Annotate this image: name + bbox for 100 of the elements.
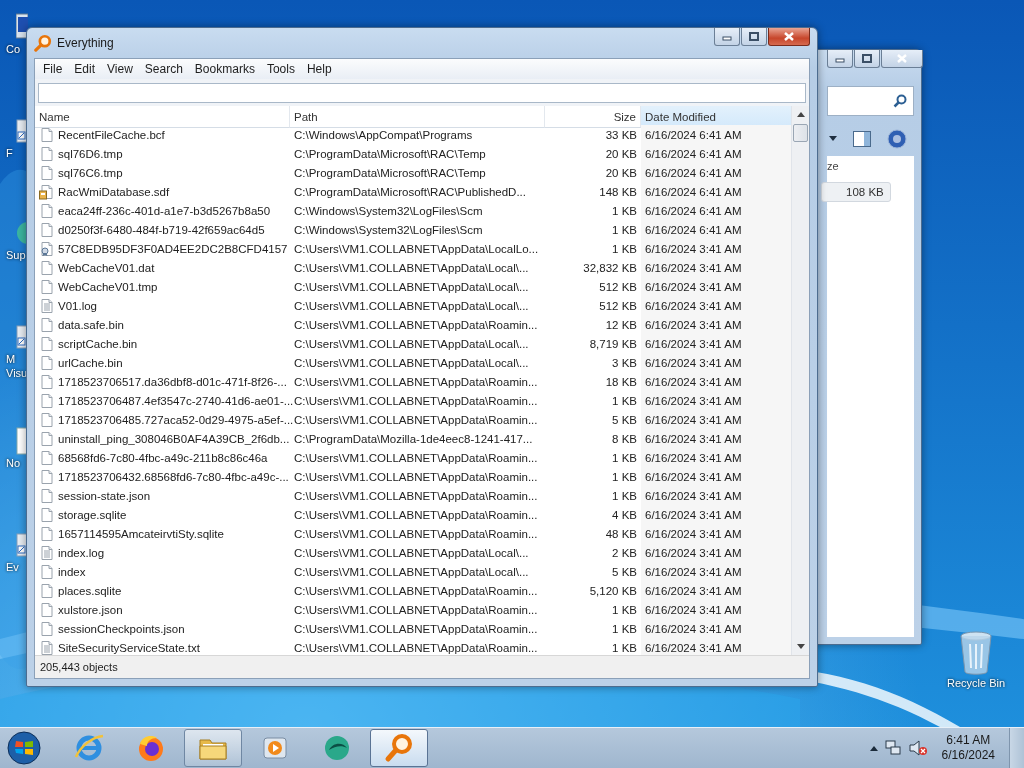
path-cell-text: C:\ProgramData\Microsoft\RAC\PublishedD...	[293, 184, 527, 200]
file-name[interactable]: index.log	[58, 546, 105, 559]
desktop-icon-label: Ev	[6, 560, 19, 574]
file-name[interactable]: storage.sqlite	[58, 508, 127, 521]
date-cell: 6/16/2024 6:41 AM	[641, 144, 791, 163]
size-cell-text: 1 KB	[611, 469, 638, 485]
size-cell-text: 512 KB	[598, 298, 638, 314]
file-name[interactable]: RecentFileCache.bcf	[58, 128, 165, 141]
file-name[interactable]: 1718523706432.68568fd6-7c80-4fbc-a49c-...	[58, 470, 289, 483]
scroll-thumb[interactable]	[793, 124, 808, 142]
file-name[interactable]: sql76D6.tmp	[58, 147, 123, 160]
caret-icon[interactable]	[829, 136, 837, 142]
help-icon[interactable]	[887, 129, 907, 149]
file-icon	[39, 164, 55, 181]
file-name[interactable]: eaca24ff-236c-401d-a1e7-b3d5267b8a50	[58, 204, 271, 217]
path-cell-text: C:\Users\VM1.COLLABNET\AppData\Local\...	[293, 355, 530, 371]
size-cell-text: 5,120 KB	[588, 583, 638, 599]
file-name[interactable]: scriptCache.bin	[58, 337, 138, 350]
file-name[interactable]: 1718523706485.727aca52-0d29-4975-a5ef-...	[58, 413, 294, 426]
close-button[interactable]	[768, 28, 810, 46]
preview-pane-icon[interactable]	[853, 131, 871, 147]
file-name[interactable]: RacWmiDatabase.sdf	[58, 185, 170, 198]
column-header[interactable]: Date Modified	[641, 106, 791, 128]
file-name[interactable]: urlCache.bin	[58, 356, 123, 369]
scrollbar[interactable]	[791, 106, 809, 655]
file-name[interactable]: sessionCheckpoints.json	[58, 622, 185, 635]
size-cell-text: 1 KB	[611, 488, 638, 504]
minimize-button[interactable]	[827, 50, 853, 68]
date-cell: 6/16/2024 3:41 AM	[641, 505, 791, 524]
menu-item[interactable]: View	[101, 60, 139, 78]
file-name[interactable]: sql76C6.tmp	[58, 166, 123, 179]
maximize-icon	[749, 32, 759, 41]
date-cell: 6/16/2024 3:41 AM	[641, 581, 791, 600]
text-file-icon	[39, 297, 55, 314]
file-icon	[39, 525, 55, 542]
size-cell-text: 20 KB	[604, 165, 638, 181]
size-cell-text: 5 KB	[611, 564, 638, 580]
menu-item[interactable]: Bookmarks	[188, 60, 261, 78]
path-cell-text: C:\Users\VM1.COLLABNET\AppData\Roamin...	[293, 602, 539, 618]
file-name[interactable]: d0250f3f-6480-484f-b719-42f659ac64d5	[58, 223, 265, 236]
menu-item[interactable]: Help	[300, 60, 338, 78]
path-cell-text: C:\Users\VM1.COLLABNET\AppData\Local\...	[293, 298, 530, 314]
size-cell-text: 12 KB	[604, 317, 638, 333]
size-field: 108 KB	[821, 182, 891, 202]
file-name[interactable]: WebCacheV01.tmp	[58, 280, 158, 293]
file-icon	[39, 278, 55, 295]
size-cell-text: 48 KB	[604, 526, 638, 542]
file-name[interactable]: V01.log	[58, 299, 97, 312]
path-cell-text: C:\Users\VM1.COLLABNET\AppData\Roamin...	[293, 317, 539, 333]
search-icon	[893, 94, 907, 108]
size-cell-text: 1 KB	[611, 640, 638, 655]
menu-item[interactable]: Edit	[68, 60, 102, 78]
taskbar-button[interactable]	[370, 729, 428, 767]
size-cell-text: 1 KB	[611, 621, 638, 637]
path-cell-text: C:\Users\VM1.COLLABNET\AppData\Roamin...	[293, 621, 539, 637]
menu-item[interactable]: Search	[138, 60, 189, 78]
clock-time[interactable]: 6:41 AM	[946, 733, 991, 748]
minimize-button[interactable]	[714, 28, 740, 46]
date-cell: 6/16/2024 3:41 AM	[641, 277, 791, 296]
muted-speaker-icon[interactable]	[907, 739, 928, 757]
size-cell-text: 32,832 KB	[582, 260, 638, 276]
date-cell: 6/16/2024 3:41 AM	[641, 315, 791, 334]
file-icon	[39, 563, 55, 580]
magnifier-icon	[383, 732, 415, 764]
file-name[interactable]: places.sqlite	[58, 584, 122, 597]
file-icon	[39, 126, 55, 143]
file-name[interactable]: SiteSecurityServiceState.txt	[58, 641, 200, 654]
file-name[interactable]: 1718523706517.da36dbf8-d01c-471f-8f26-...	[58, 375, 287, 388]
file-name[interactable]: 1657114595AmcateirvtiSty.sqlite	[58, 527, 224, 540]
clock-date[interactable]: 6/16/2024	[941, 748, 995, 763]
file-icon	[39, 373, 55, 390]
file-name[interactable]: data.safe.bin	[58, 318, 124, 331]
maximize-button[interactable]	[854, 50, 880, 68]
file-name[interactable]: WebCacheV01.dat	[58, 261, 155, 274]
date-cell: 6/16/2024 3:41 AM	[641, 486, 791, 505]
file-name[interactable]: uninstall_ping_308046B0AF4A39CB_2f6db...	[58, 432, 290, 445]
network-icon[interactable]	[883, 739, 902, 757]
file-name[interactable]: index	[58, 565, 86, 578]
search-field[interactable]	[827, 86, 914, 116]
maximize-button[interactable]	[741, 28, 767, 46]
file-icon	[39, 487, 55, 504]
date-cell: 6/16/2024 3:41 AM	[641, 638, 791, 655]
scroll-down-icon[interactable]	[796, 644, 805, 649]
file-name[interactable]: xulstore.json	[58, 603, 123, 616]
file-name[interactable]: 1718523706487.4ef3547c-2740-41d6-ae01-...	[58, 394, 294, 407]
file-name[interactable]: session-state.json	[58, 489, 151, 502]
taskbar-button[interactable]	[184, 729, 242, 767]
column-header[interactable]: Path	[290, 106, 545, 128]
scroll-up-icon[interactable]	[796, 112, 805, 117]
column-header[interactable]: Size	[545, 106, 641, 128]
path-cell-text: C:\ProgramData\Mozilla-1de4eec8-1241-417...	[293, 431, 534, 447]
tray-expand-icon[interactable]	[869, 745, 878, 751]
file-icon	[39, 601, 55, 618]
windows-logo-icon	[6, 730, 42, 766]
menu-item[interactable]: File	[37, 60, 69, 78]
file-name[interactable]: 57C8EDB95DF3F0AD4EE2DC2B8CFD4157	[58, 242, 288, 255]
search-field[interactable]	[38, 83, 806, 103]
file-name[interactable]: 68568fd6-7c80-4fbc-a49c-211b8c86c46a	[58, 451, 268, 464]
menu-item[interactable]: Tools	[260, 60, 301, 78]
date-cell: 6/16/2024 6:41 AM	[641, 201, 791, 220]
